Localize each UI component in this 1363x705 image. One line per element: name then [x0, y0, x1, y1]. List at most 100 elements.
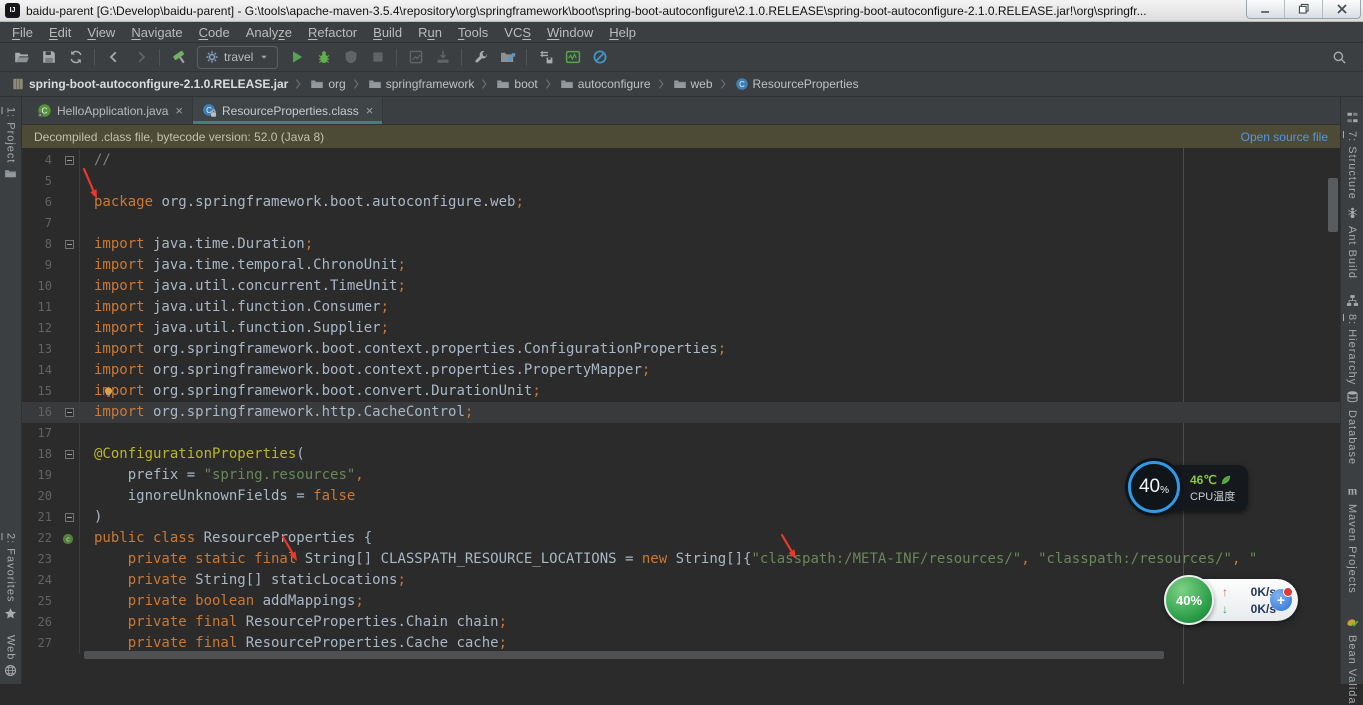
fold-marker-icon[interactable] [65, 408, 74, 417]
tool-button-1-project[interactable]: 1: Project [4, 107, 17, 183]
project-structure-icon[interactable] [494, 45, 521, 69]
attach-profiler-icon[interactable] [402, 45, 429, 69]
search-everywhere-icon[interactable] [1326, 45, 1353, 69]
menu-refactor[interactable]: Refactor [300, 23, 365, 42]
thread-dump-icon[interactable] [429, 45, 456, 69]
activity-monitor-icon[interactable] [559, 45, 586, 69]
push-settings-icon[interactable] [532, 45, 559, 69]
code-token: java.util.concurrent.TimeUnit [144, 278, 398, 294]
tool-button-web[interactable]: Web [4, 635, 17, 680]
forward-icon[interactable] [127, 45, 154, 69]
fold-marker-icon[interactable] [65, 240, 74, 249]
tool-button-2-favorites[interactable]: 2: Favorites [4, 533, 17, 622]
menu-analyze[interactable]: Analyze [238, 23, 300, 42]
breadcrumb-class[interactable]: C ResourceProperties [732, 77, 862, 91]
code-token: ; [498, 614, 508, 630]
menu-tools[interactable]: Tools [450, 23, 496, 42]
tool-button-maven-projects[interactable]: m Maven Projects [1346, 484, 1359, 594]
run-config-selector[interactable]: travel [197, 45, 279, 69]
memory-usage-ball[interactable]: 40% [1164, 575, 1214, 625]
fold-marker-icon[interactable] [65, 513, 74, 522]
tab-resourceproperties-class[interactable]: C ResourceProperties.class × [193, 97, 384, 124]
code-token: ) [94, 509, 103, 525]
tool-button-bean-valida[interactable]: Bean Valida [1346, 615, 1359, 705]
line-number: 21 [37, 510, 52, 524]
run-icon[interactable] [283, 45, 310, 69]
disabled-plugins-icon[interactable] [586, 45, 613, 69]
debug-icon[interactable] [310, 45, 337, 69]
breadcrumb-folder-autoconfigure[interactable]: autoconfigure [557, 77, 654, 91]
folder-icon [4, 167, 17, 183]
menu-vcs[interactable]: VCS [496, 23, 539, 42]
code-token: String[] staticLocations [186, 572, 398, 588]
breadcrumb-folder-boot[interactable]: boot [493, 77, 540, 91]
decompiler-banner: Decompiled .class file, bytecode version… [22, 125, 1340, 148]
app-icon: IJ [5, 3, 20, 18]
menu-build[interactable]: Build [365, 23, 410, 42]
svg-text:m: m [1347, 486, 1357, 497]
toolbar-separator [526, 48, 528, 66]
run-coverage-icon[interactable] [337, 45, 364, 69]
line-number: 20 [37, 489, 52, 503]
menu-code[interactable]: Code [191, 23, 238, 42]
line-number: 23 [37, 552, 52, 566]
code-token: prefix = [94, 467, 204, 483]
tool-button-7-structure[interactable]: 7: Structure [1346, 111, 1359, 200]
open-source-file-link[interactable]: Open source file [1241, 130, 1328, 144]
menu-view[interactable]: View [79, 23, 123, 42]
breadcrumb-jar[interactable]: spring-boot-autoconfigure-2.1.0.RELEASE.… [8, 77, 291, 91]
tool-button-label: 8: Hierarchy [1346, 313, 1358, 386]
synchronize-icon[interactable] [62, 45, 89, 69]
close-tab-icon[interactable]: × [175, 104, 183, 117]
breadcrumb: spring-boot-autoconfigure-2.1.0.RELEASE.… [0, 72, 1363, 97]
back-icon[interactable] [100, 45, 127, 69]
fold-marker-icon[interactable] [65, 156, 74, 165]
tool-button-ant-build[interactable]: Ant Build [1346, 206, 1359, 279]
cpu-usage-percent-sign: % [1160, 485, 1170, 496]
vertical-scrollbar[interactable] [1328, 178, 1338, 232]
settings-wrench-icon[interactable] [467, 45, 494, 69]
breadcrumb-label: springframework [385, 77, 475, 91]
breadcrumb-separator-icon [350, 77, 364, 91]
code-token: "classpath:/resources/" [1038, 551, 1232, 567]
code-text: import java.util.function.Supplier; [80, 318, 1340, 339]
maximize-button[interactable] [1285, 0, 1323, 18]
horizontal-scrollbar[interactable] [84, 651, 1164, 659]
folder-icon [673, 77, 687, 91]
code-token: ; [498, 635, 508, 651]
menu-run[interactable]: Run [410, 23, 450, 42]
intention-bulb-icon[interactable] [102, 385, 115, 406]
breadcrumb-separator-icon [542, 77, 556, 91]
menu-navigate[interactable]: Navigate [123, 23, 190, 42]
stop-icon[interactable] [364, 45, 391, 69]
build-hammer-icon[interactable] [165, 45, 192, 69]
editor[interactable]: 4 // 5 6 package org.springframework.boot.au… [22, 148, 1340, 684]
breadcrumb-folder-springframework[interactable]: springframework [365, 77, 478, 91]
breadcrumb-folder-org[interactable]: org [307, 77, 348, 91]
open-project-icon[interactable] [8, 45, 35, 69]
menu-file[interactable]: File [4, 23, 41, 42]
tool-button-8-hierarchy[interactable]: 8: Hierarchy [1346, 294, 1359, 385]
code-line: 15 import org.springframework.boot.conver… [22, 381, 1340, 402]
cpu-monitor-widget[interactable]: 46℃ CPU温度 40 % [1128, 460, 1248, 516]
fold-marker-icon[interactable] [65, 450, 74, 459]
menu-window[interactable]: Window [539, 23, 601, 42]
save-all-icon[interactable] [35, 45, 62, 69]
accelerate-button[interactable]: + [1270, 587, 1293, 611]
tool-button-label: Database [1346, 410, 1358, 466]
tool-button-database[interactable]: Database [1346, 390, 1359, 465]
tool-button-label: Maven Projects [1346, 504, 1358, 595]
tab-helloapplication-java[interactable]: C HelloApplication.java × [28, 97, 193, 124]
left-tool-stripe: 1: Project 2: Favorites Web [0, 97, 22, 684]
breadcrumb-folder-web[interactable]: web [670, 77, 716, 91]
network-monitor-widget[interactable]: ↑ 0K/s ↓ 0K/s + 40% [1164, 575, 1300, 625]
menu-edit[interactable]: Edit [41, 23, 79, 42]
breadcrumb-label: ResourceProperties [752, 77, 859, 91]
minimize-button[interactable] [1247, 0, 1285, 18]
menu-help[interactable]: Help [601, 23, 644, 42]
close-tab-icon[interactable]: × [366, 104, 374, 117]
close-button[interactable] [1323, 0, 1360, 18]
gutter-marker-cell [52, 318, 80, 339]
line-number: 15 [37, 384, 52, 398]
